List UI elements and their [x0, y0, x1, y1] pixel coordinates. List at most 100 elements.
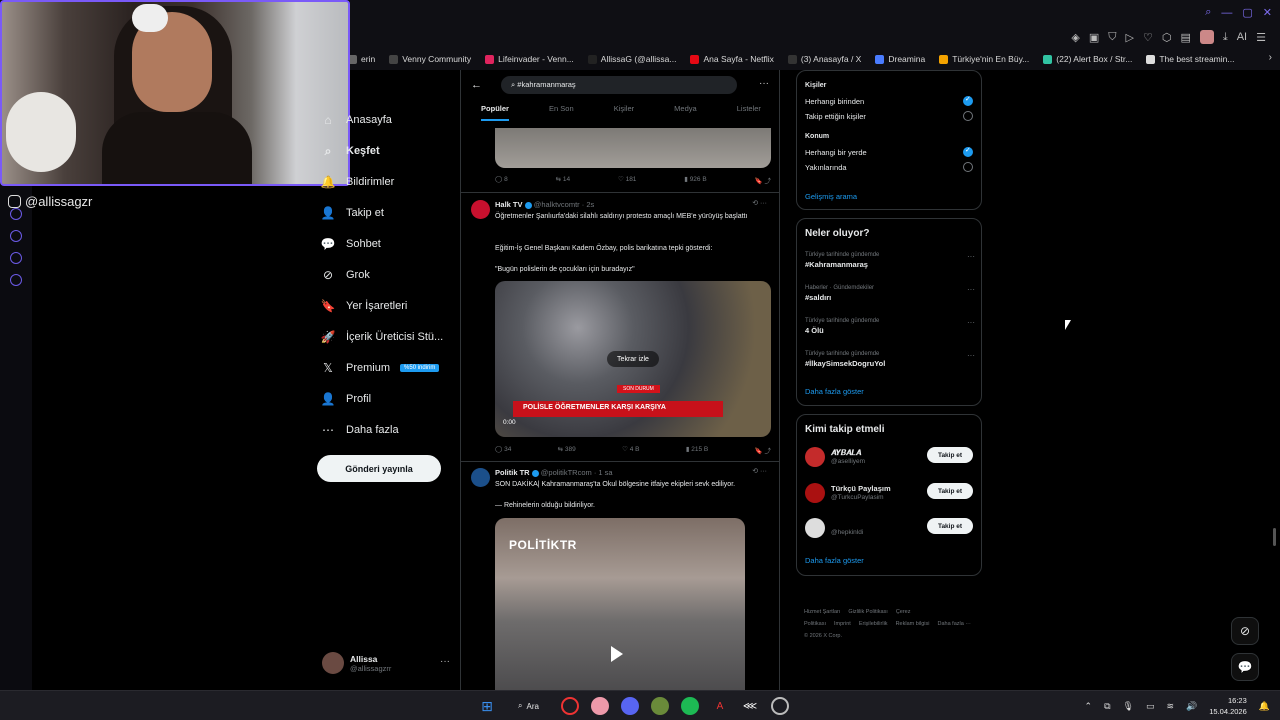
post-button[interactable]: Gönderi yayınla — [317, 455, 441, 482]
show-more-link[interactable]: Daha fazla göster — [805, 556, 864, 565]
nav-item-bell[interactable]: 🔔 Bildirimler — [320, 174, 395, 190]
filter-option[interactable]: Takip ettiğin kişiler — [805, 111, 973, 121]
tab-1[interactable]: Popüler — [481, 104, 509, 121]
reply-action[interactable]: ◯ 8 — [495, 175, 508, 185]
bookmark[interactable]: The best streamin... — [1146, 54, 1234, 64]
author-name[interactable]: Politik TR — [495, 468, 530, 477]
bookmark[interactable]: Türkiye'nin En Büy... — [939, 54, 1029, 64]
notification-icon[interactable]: 🔔 — [1259, 701, 1270, 712]
clock-icon[interactable] — [10, 230, 22, 242]
bookmark[interactable]: erin — [348, 54, 375, 64]
screenshot-icon[interactable]: ▣ — [1089, 31, 1099, 44]
chrome-icon[interactable] — [590, 697, 609, 715]
capcut-icon[interactable]: ⋘ — [741, 697, 759, 715]
nav-item-more[interactable]: ⋯ Daha fazla — [320, 422, 399, 438]
profile-avatar-icon[interactable] — [1199, 30, 1214, 44]
replay-button[interactable]: Tekrar izle — [607, 351, 659, 367]
retweet-action[interactable]: ⇆ 389 — [558, 445, 576, 455]
avatar[interactable] — [805, 518, 825, 538]
nav-item-add-person[interactable]: 👤 Takip et — [320, 205, 384, 221]
heart-icon[interactable]: ♡ — [1143, 31, 1153, 44]
shield-icon[interactable]: ⛉ — [1108, 31, 1116, 44]
views-action[interactable]: ▮ 215 B — [686, 445, 708, 455]
follow-button[interactable]: Takip et — [927, 447, 973, 463]
maximize-icon[interactable]: ▢ — [1242, 6, 1252, 19]
extensions-icon[interactable]: ⬡ — [1162, 31, 1172, 44]
sidebar-icon[interactable]: ▤ — [1180, 31, 1190, 44]
radio-checked-icon[interactable] — [963, 146, 973, 157]
minimize-icon[interactable]: — — [1221, 7, 1232, 19]
bookmark-share-actions[interactable]: 🔖 ⤴ — [755, 175, 771, 185]
bookmark[interactable]: Lifeinvader - Venn... — [485, 54, 574, 64]
filter-option[interactable]: Herhangi birinden — [805, 95, 973, 106]
tab-2[interactable]: En Son — [549, 104, 574, 121]
pin-icon[interactable]: ◈ — [1071, 31, 1079, 44]
ai-button[interactable]: AI — [1237, 31, 1247, 43]
filter-option[interactable]: Yakınlarında — [805, 162, 973, 172]
settings-icon[interactable] — [770, 697, 789, 715]
views-action[interactable]: ▮ 926 B — [684, 175, 706, 185]
nav-item-profile[interactable]: 👤 Profil — [320, 391, 372, 407]
network-icon[interactable]: ⧉ — [1104, 701, 1110, 712]
trend-item[interactable]: Türkiye tarihinde gündemde #İlkaySimsekDo… — [805, 351, 975, 368]
avatar[interactable] — [805, 447, 825, 467]
nav-item-chat[interactable]: 💬 Sohbet — [320, 236, 381, 252]
tab-5[interactable]: Listeler — [737, 104, 761, 121]
volume-icon[interactable]: 🔊 — [1186, 701, 1197, 712]
bookmark[interactable]: (3) Anasayfa / X — [787, 54, 861, 64]
radio-icon[interactable] — [963, 162, 973, 172]
account-switcher[interactable]: Allissa @allissagzrr ··· — [322, 652, 450, 674]
wifi-icon[interactable]: ≋ — [1166, 701, 1174, 712]
display-icon[interactable]: ▭ — [1146, 701, 1155, 712]
clock[interactable]: 16:23 15.04.2026 — [1209, 695, 1247, 717]
suggested-account[interactable]: Türkçü Paylaşım @TurkcuPaylasim Takip et — [805, 483, 973, 509]
footer-link[interactable]: Hizmet Şartları — [804, 609, 840, 615]
bookmark[interactable]: Venny Community — [389, 54, 471, 64]
taskbar-search[interactable]: ⌕ Ara — [508, 701, 549, 711]
follow-button[interactable]: Takip et — [927, 483, 973, 499]
download-icon[interactable]: ⤓ — [1223, 31, 1228, 44]
mic-icon[interactable]: 🎙 — [1123, 701, 1134, 712]
cube-icon[interactable] — [10, 252, 22, 264]
show-more-link[interactable]: Daha fazla göster — [805, 387, 864, 396]
tweet-video[interactable]: POLİTİKTR — [495, 518, 745, 690]
menu-icon[interactable]: ☰ — [1256, 31, 1266, 44]
more-icon[interactable]: ··· — [967, 318, 975, 327]
footer-link[interactable]: Imprint — [834, 621, 851, 627]
search-icon[interactable]: ⌕ — [1205, 6, 1211, 19]
avatar[interactable] — [805, 483, 825, 503]
tab-3[interactable]: Kişiler — [614, 104, 634, 121]
settings-icon[interactable] — [10, 274, 22, 286]
author-name[interactable]: Halk TV — [495, 200, 523, 209]
play-icon[interactable]: ▷ — [1125, 31, 1133, 44]
tweet-video[interactable]: SON DURUM POLİSLE ÖĞRETMENLER KARŞI KARŞ… — [495, 281, 771, 437]
scrollbar[interactable] — [1273, 528, 1276, 546]
suggested-account[interactable]: @hepkinldi Takip et — [805, 518, 973, 544]
play-icon[interactable] — [611, 646, 623, 662]
suggested-account[interactable]: 𝑨𝒀𝑩𝑨𝑳𝑨 @aseIliyem Takip et — [805, 447, 973, 473]
more-icon[interactable]: ··· — [440, 656, 450, 667]
trend-item[interactable]: Türkiye tarihinde gündemde 4 Ölü ··· — [805, 318, 975, 335]
footer-link[interactable]: Gizlilik Politikası — [848, 609, 887, 615]
radio-checked-icon[interactable] — [963, 95, 973, 106]
nav-item-grok[interactable]: ⊘ Grok — [320, 267, 370, 283]
more-icon[interactable]: ··· — [967, 252, 975, 261]
history-icon[interactable] — [10, 208, 22, 220]
more-icon[interactable]: ⟲ ··· — [752, 199, 767, 207]
tab-4[interactable]: Medya — [674, 104, 697, 121]
previous-tweet-image[interactable] — [495, 128, 771, 168]
like-action[interactable]: ♡ 4 B — [622, 445, 639, 455]
close-icon[interactable]: ✕ — [1263, 6, 1272, 19]
like-action[interactable]: ♡ 181 — [618, 175, 637, 185]
trend-item[interactable]: Türkiye tarihinde gündemde #Kahramanmaraş… — [805, 252, 975, 269]
reply-action[interactable]: ◯ 34 — [495, 445, 511, 455]
radio-icon[interactable] — [963, 111, 973, 121]
app-icon[interactable] — [650, 697, 669, 715]
spotify-icon[interactable] — [680, 697, 699, 715]
advanced-search-link[interactable]: Gelişmiş arama — [805, 192, 857, 201]
bookmark[interactable]: AllissaG (@allissa... — [587, 54, 676, 64]
avatar[interactable] — [471, 468, 490, 487]
discord-icon[interactable] — [620, 697, 639, 715]
follow-button[interactable]: Takip et — [927, 518, 973, 534]
nav-item-search[interactable]: ⌕ Keşfet — [320, 143, 380, 159]
